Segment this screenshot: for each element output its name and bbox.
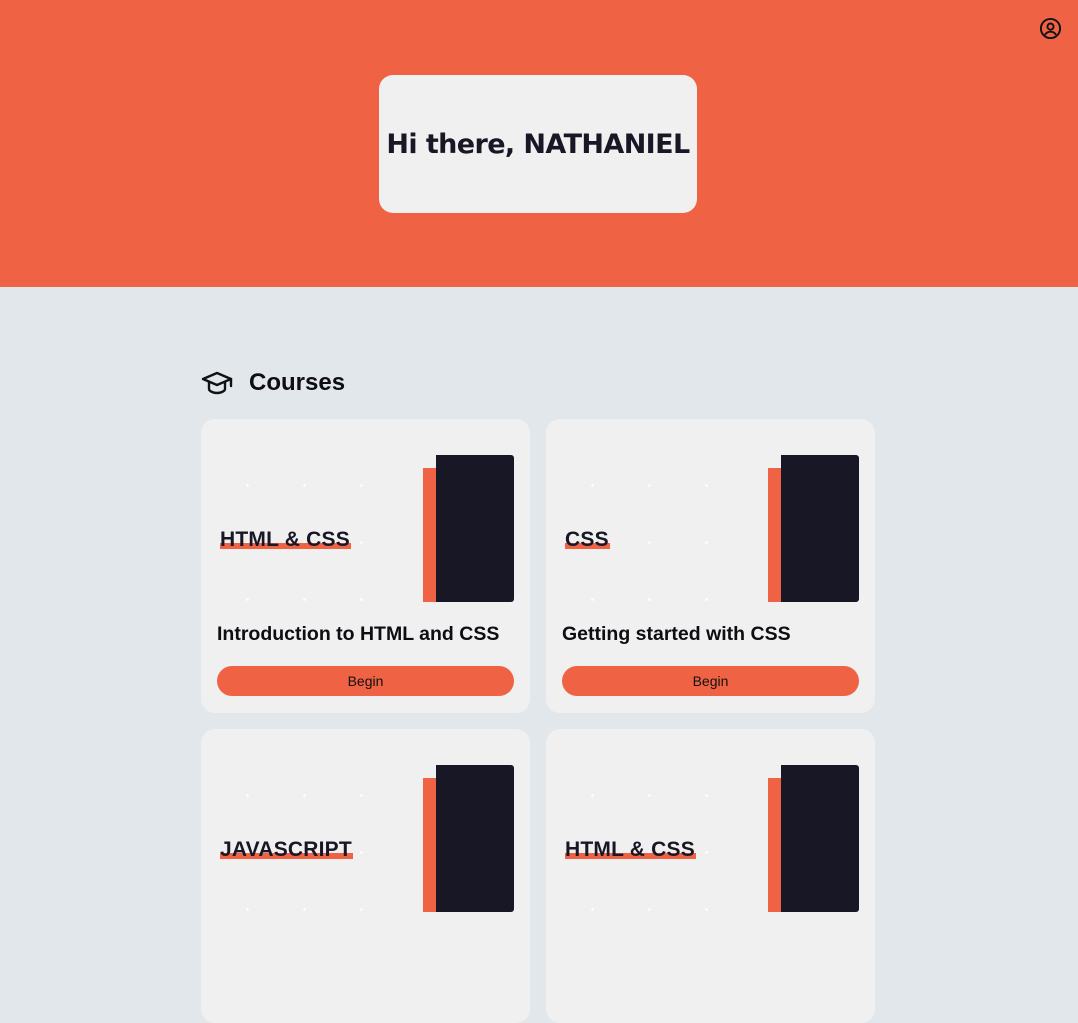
course-topic-tag: CSS	[565, 527, 610, 553]
greeting-card: Hi there, NATHANIEL	[379, 75, 697, 213]
account-button[interactable]	[1038, 16, 1062, 40]
user-circle-icon[interactable]	[1039, 17, 1062, 40]
course-card: HTML & CSS Introduction to HTML and CSS …	[201, 419, 530, 713]
course-thumbnail: CSS	[562, 455, 859, 602]
book-cover	[781, 455, 859, 602]
course-card: CSS Getting started with CSS Begin	[546, 419, 875, 713]
book-cover	[781, 765, 859, 912]
begin-button[interactable]: Begin	[562, 666, 859, 696]
book-cover	[436, 765, 514, 912]
course-thumbnail: HTML & CSS	[217, 455, 514, 602]
courses-section-header: Courses	[201, 366, 345, 400]
course-card: JAVASCRIPT	[201, 729, 530, 1023]
course-topic-tag: JAVASCRIPT	[220, 837, 353, 863]
course-topic-tag: HTML & CSS	[220, 527, 351, 553]
course-topic-tag: HTML & CSS	[565, 837, 696, 863]
book-cover	[436, 455, 514, 602]
course-thumbnail: HTML & CSS	[562, 765, 859, 912]
begin-button[interactable]: Begin	[217, 666, 514, 696]
greeting-title: Hi there, NATHANIEL	[386, 128, 690, 160]
course-title: Getting started with CSS	[562, 623, 791, 645]
course-card: HTML & CSS	[546, 729, 875, 1023]
courses-title: Courses	[249, 369, 346, 396]
course-title: Introduction to HTML and CSS	[217, 623, 500, 645]
hero-banner: Hi there, NATHANIEL	[0, 0, 1078, 287]
graduation-cap-icon	[201, 367, 233, 399]
course-thumbnail: JAVASCRIPT	[217, 765, 514, 912]
